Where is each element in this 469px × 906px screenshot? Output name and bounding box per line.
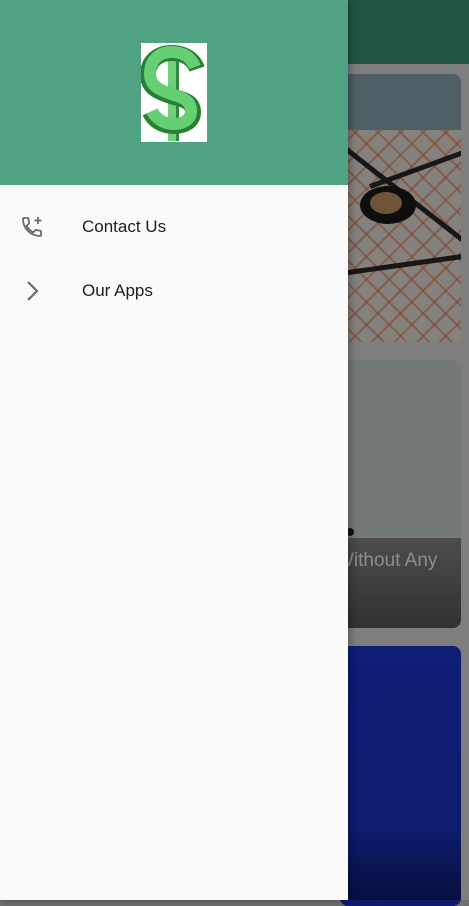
drawer-header (0, 0, 348, 185)
dollar-sign-icon (141, 44, 205, 141)
chevron-right-icon (27, 281, 39, 301)
drawer-menu: Contact Us Our Apps (0, 185, 348, 323)
phone-add-icon (22, 217, 42, 237)
menu-item-contact-us[interactable]: Contact Us (0, 195, 348, 259)
menu-item-label: Contact Us (82, 217, 167, 236)
app-logo (141, 43, 207, 142)
navigation-drawer: Contact Us Our Apps (0, 0, 348, 900)
menu-item-label: Our Apps (82, 281, 153, 300)
menu-item-our-apps[interactable]: Our Apps (0, 259, 348, 323)
